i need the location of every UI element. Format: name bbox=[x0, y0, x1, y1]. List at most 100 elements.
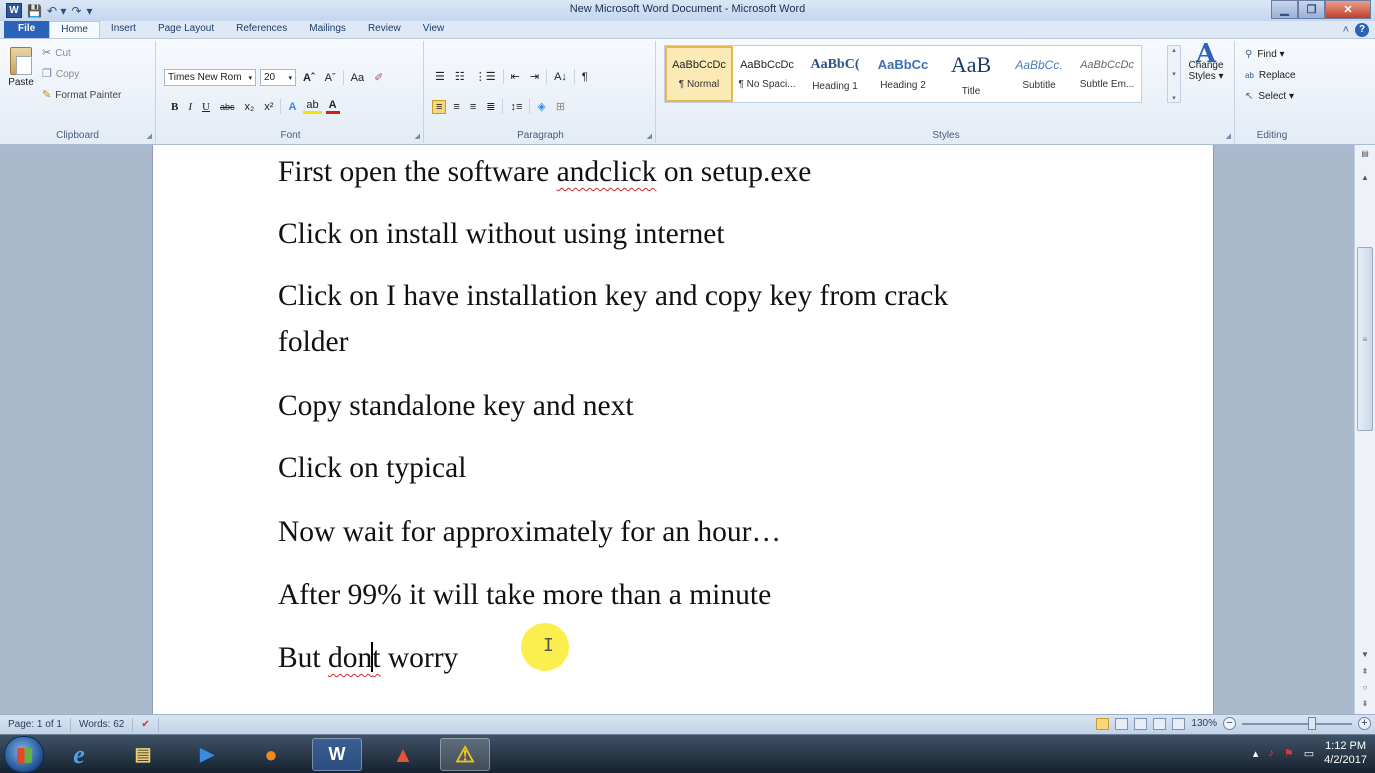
warning-icon[interactable]: ⚠ bbox=[440, 738, 490, 771]
action-center-icon[interactable]: ⚑ bbox=[1284, 747, 1294, 760]
tab-references[interactable]: References bbox=[225, 21, 298, 38]
select-button[interactable]: ↖ Select ▾ bbox=[1245, 86, 1296, 107]
clock[interactable]: 1:12 PM 4/2/2017 bbox=[1324, 739, 1367, 767]
volume-icon[interactable]: ♪ bbox=[1268, 747, 1274, 759]
font-name-combo[interactable]: Times New Rom ▾ bbox=[164, 69, 256, 86]
zoom-level[interactable]: 130% bbox=[1191, 718, 1217, 729]
page-count[interactable]: Page: 1 of 1 bbox=[0, 717, 71, 732]
cut-button[interactable]: ✂ Cut bbox=[42, 43, 121, 64]
styles-scroll[interactable]: ▴ ▾ ▾ bbox=[1167, 45, 1181, 103]
next-page-icon[interactable]: ⇟ bbox=[1358, 699, 1372, 708]
grow-font-button[interactable]: Aˆ bbox=[300, 72, 318, 84]
full-screen-reading-icon[interactable] bbox=[1115, 717, 1129, 730]
numbering-icon[interactable]: ☷ bbox=[452, 70, 468, 83]
increase-indent-icon[interactable]: ⇥ bbox=[527, 70, 542, 83]
multilevel-list-icon[interactable]: ⋮☰ bbox=[472, 70, 499, 83]
style-heading-2[interactable]: AaBbCc Heading 2 bbox=[869, 46, 937, 102]
restore-button[interactable]: ❐ bbox=[1298, 0, 1325, 19]
word-taskbar-icon[interactable]: W bbox=[312, 738, 362, 771]
misspelled-word[interactable]: andclick bbox=[557, 156, 657, 188]
font-color-button[interactable]: A bbox=[325, 99, 340, 114]
document-page[interactable]: First open the software andclick on setu… bbox=[152, 145, 1214, 714]
vertical-scrollbar[interactable]: ▤ ▲ ≡ ▼ ⇞ ○ ⇟ bbox=[1354, 145, 1375, 714]
copy-button[interactable]: ❐ Copy bbox=[42, 64, 121, 85]
paragraph-3[interactable]: Click on I have installation key and cop… bbox=[278, 273, 1098, 319]
tab-view[interactable]: View bbox=[412, 21, 456, 38]
more-styles-icon[interactable]: ▾ bbox=[1168, 94, 1180, 102]
tab-review[interactable]: Review bbox=[357, 21, 412, 38]
outline-icon[interactable] bbox=[1153, 717, 1167, 730]
bullets-icon[interactable]: ☰ bbox=[432, 70, 448, 83]
underline-button[interactable]: U bbox=[199, 101, 213, 113]
firefox-icon[interactable]: ● bbox=[246, 738, 296, 771]
style-no-spacing[interactable]: AaBbCcDc ¶ No Spaci... bbox=[733, 46, 801, 102]
paragraph-1[interactable]: First open the software andclick on setu… bbox=[278, 149, 1098, 195]
zoom-out-button[interactable]: − bbox=[1223, 717, 1236, 730]
text-effects-button[interactable]: A bbox=[285, 101, 299, 113]
tab-insert[interactable]: Insert bbox=[100, 21, 147, 38]
shading-icon[interactable]: ◈ bbox=[534, 100, 548, 113]
italic-button[interactable]: I bbox=[185, 101, 195, 113]
scroll-up-icon[interactable]: ▲ bbox=[1358, 173, 1372, 182]
paragraph-8[interactable]: But dont worry bbox=[278, 635, 1098, 681]
shrink-font-button[interactable]: Aˇ bbox=[322, 72, 339, 84]
tab-home[interactable]: Home bbox=[49, 21, 100, 38]
show-marks-icon[interactable]: ¶ bbox=[579, 71, 591, 83]
font-size-combo[interactable]: 20 ▾ bbox=[260, 69, 296, 86]
web-layout-icon[interactable] bbox=[1134, 717, 1148, 730]
close-button[interactable]: ✕ bbox=[1325, 0, 1371, 19]
browse-object-icon[interactable]: ○ bbox=[1358, 683, 1372, 692]
zoom-in-button[interactable]: + bbox=[1358, 717, 1371, 730]
zoom-slider-knob[interactable] bbox=[1308, 716, 1316, 730]
paragraph-3-line-2[interactable]: folder bbox=[278, 319, 1098, 365]
align-right-icon[interactable]: ≡ bbox=[467, 101, 479, 113]
font-launcher-icon[interactable]: ◢ bbox=[415, 132, 420, 140]
style-heading-1[interactable]: AaBbC( Heading 1 bbox=[801, 46, 869, 102]
minimize-button[interactable]: ▁ bbox=[1271, 0, 1298, 19]
styles-launcher-icon[interactable]: ◢ bbox=[1226, 132, 1231, 140]
clear-formatting-icon[interactable]: ✐ bbox=[371, 71, 386, 84]
internet-explorer-icon[interactable]: e bbox=[54, 738, 104, 771]
paragraph-4[interactable]: Copy standalone key and next bbox=[278, 383, 1098, 429]
format-painter-button[interactable]: ✎ Format Painter bbox=[42, 85, 121, 106]
replace-button[interactable]: ab Replace bbox=[1245, 65, 1296, 86]
misspelled-word[interactable]: dont bbox=[328, 642, 380, 674]
matlab-icon[interactable]: ▲ bbox=[378, 738, 428, 771]
justify-icon[interactable]: ≣ bbox=[483, 100, 498, 113]
style-normal[interactable]: AaBbCcDc ¶ Normal bbox=[665, 46, 733, 102]
paragraph-2[interactable]: Click on install without using internet bbox=[278, 211, 1098, 257]
borders-icon[interactable]: ⊞ bbox=[553, 100, 568, 113]
tab-page-layout[interactable]: Page Layout bbox=[147, 21, 225, 38]
start-button[interactable] bbox=[4, 736, 44, 773]
media-player-icon[interactable]: ▶ bbox=[182, 738, 232, 771]
zoom-slider[interactable] bbox=[1242, 716, 1352, 730]
subscript-button[interactable]: x₂ bbox=[241, 101, 257, 113]
scroll-thumb[interactable]: ≡ bbox=[1357, 247, 1373, 431]
change-styles-button[interactable]: A Change Styles ▾ bbox=[1186, 41, 1226, 82]
minimize-ribbon-icon[interactable]: ˄ bbox=[1343, 24, 1349, 36]
find-button[interactable]: ⚲ Find ▾ bbox=[1245, 44, 1296, 65]
align-center-icon[interactable]: ≡ bbox=[450, 101, 462, 113]
tab-mailings[interactable]: Mailings bbox=[298, 21, 357, 38]
line-spacing-icon[interactable]: ↕≡ bbox=[507, 101, 525, 113]
decrease-indent-icon[interactable]: ⇤ bbox=[508, 70, 523, 83]
network-icon[interactable]: ▭ bbox=[1304, 747, 1314, 760]
superscript-button[interactable]: x² bbox=[261, 101, 276, 113]
word-count[interactable]: Words: 62 bbox=[71, 717, 134, 732]
paragraph-5[interactable]: Click on typical bbox=[278, 445, 1098, 491]
draft-icon[interactable] bbox=[1172, 717, 1186, 730]
style-title[interactable]: AaB Title bbox=[937, 46, 1005, 102]
print-layout-icon[interactable] bbox=[1096, 717, 1110, 730]
sort-icon[interactable]: A↓ bbox=[551, 71, 570, 83]
strikethrough-button[interactable]: abc bbox=[217, 102, 238, 112]
bold-button[interactable]: B bbox=[168, 101, 181, 113]
show-hidden-icons-icon[interactable]: ▴ bbox=[1253, 747, 1259, 760]
file-explorer-icon[interactable]: ▤ bbox=[118, 738, 168, 771]
previous-page-icon[interactable]: ⇞ bbox=[1358, 667, 1372, 676]
tab-file[interactable]: File bbox=[4, 21, 50, 38]
ruler-toggle-icon[interactable]: ▤ bbox=[1358, 149, 1372, 158]
chevron-up-icon[interactable]: ▴ bbox=[1168, 46, 1180, 54]
scroll-down-icon[interactable]: ▼ bbox=[1358, 650, 1372, 659]
change-case-button[interactable]: Aa bbox=[348, 72, 367, 84]
style-subtitle[interactable]: AaBbCc. Subtitle bbox=[1005, 46, 1073, 102]
